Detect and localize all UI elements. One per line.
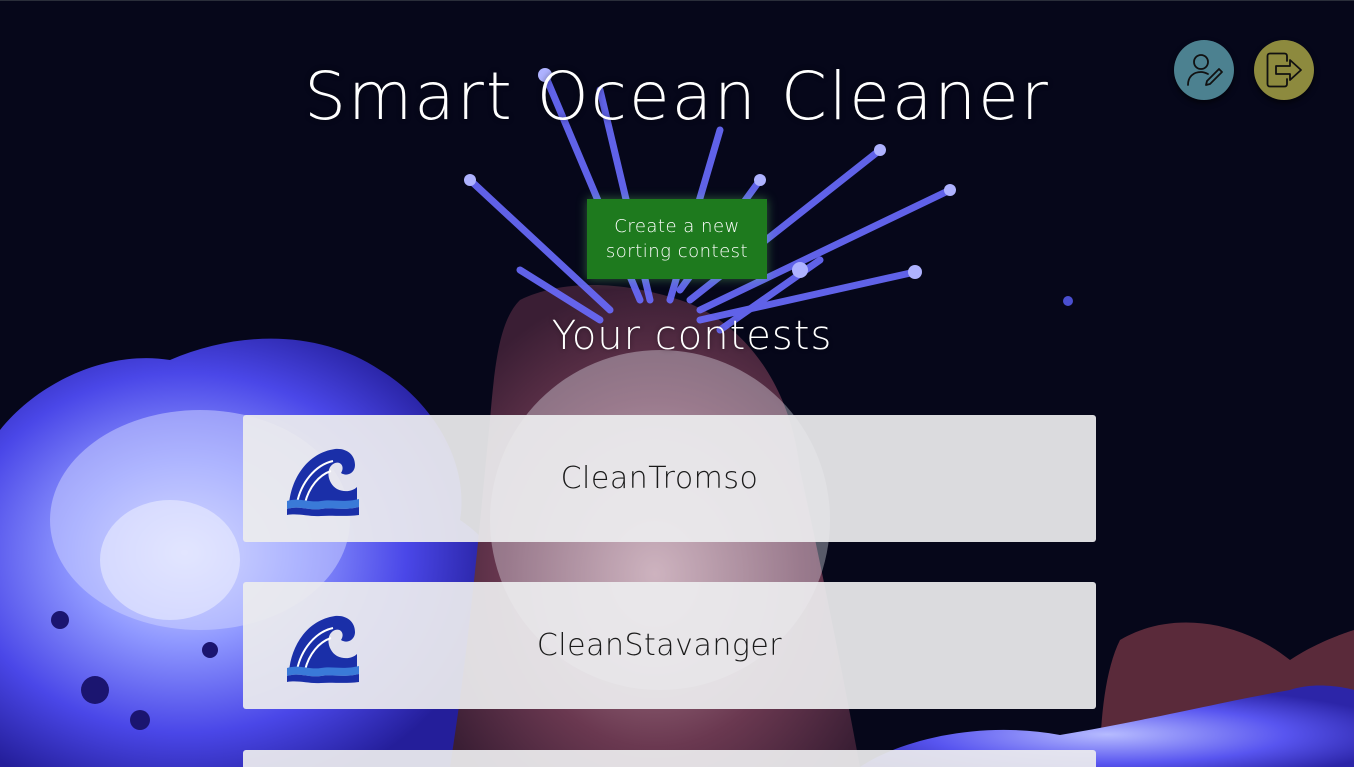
contest-card[interactable]: CleanTromso: [243, 415, 1096, 542]
contest-name: CleanTromso: [560, 461, 759, 496]
edit-profile-button[interactable]: [1174, 40, 1234, 100]
contest-card[interactable]: [243, 750, 1096, 767]
top-border: [0, 0, 1354, 1]
contests-heading: Your contests: [551, 313, 833, 359]
page-title: Smart Ocean Cleaner: [304, 58, 1050, 135]
user-edit-icon: [1187, 54, 1223, 86]
create-contest-label-line2: sorting contest: [605, 241, 749, 262]
logout-icon: [1266, 52, 1302, 88]
logout-button[interactable]: [1254, 40, 1314, 100]
create-contest-label-line1: Create a new: [614, 216, 740, 237]
create-contest-button[interactable]: Create a new sorting contest: [587, 199, 767, 279]
contest-name: [243, 750, 1076, 767]
contest-name: CleanStavanger: [536, 628, 783, 663]
contest-card[interactable]: CleanStavanger: [243, 582, 1096, 709]
